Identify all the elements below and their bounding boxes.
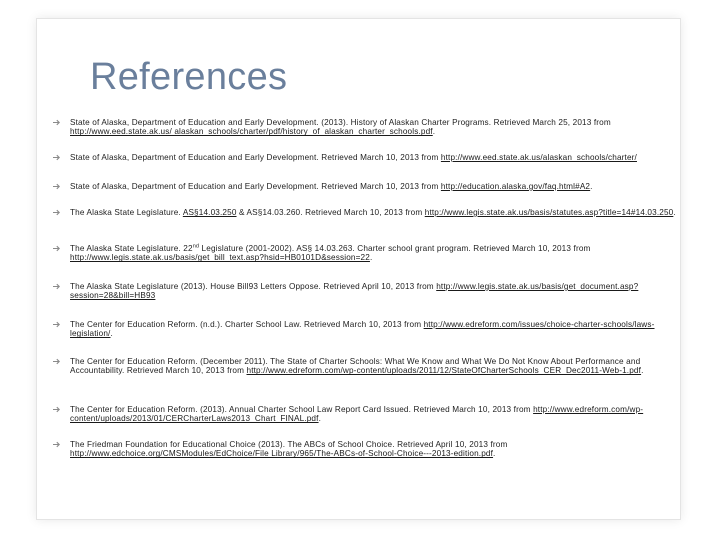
reference-text-part: . bbox=[110, 329, 113, 339]
reference-text-part: State of Alaska, Department of Education… bbox=[70, 153, 441, 162]
reference-text-part: The Alaska State Legislature. 22 bbox=[70, 244, 193, 253]
reference-link[interactable]: http://www.legis.state.ak.us/basis/statu… bbox=[425, 208, 674, 217]
reference-text-part: The Center for Education Reform. (n.d.).… bbox=[70, 320, 424, 329]
reference-text-part: . bbox=[673, 208, 676, 217]
reference-link[interactable]: http://www.legis.state.ak.us/basis/get_b… bbox=[70, 253, 370, 262]
reference-text-part: The Center for Education Reform. (2013).… bbox=[70, 405, 534, 414]
reference-link[interactable]: http://education.alaska.gov/faq.html#A2 bbox=[441, 182, 590, 191]
reference-text-part: The Alaska State Legislature (2013). Hou… bbox=[70, 282, 437, 291]
arrow-bullet-icon bbox=[52, 320, 62, 330]
arrow-bullet-icon bbox=[52, 282, 62, 292]
arrow-bullet-icon bbox=[52, 182, 62, 192]
reference-text-part: . bbox=[369, 253, 373, 263]
reference-text-part: The Alaska State Legislature. bbox=[70, 208, 183, 217]
reference-text-part: . bbox=[432, 127, 436, 137]
arrow-bullet-icon bbox=[52, 244, 62, 254]
arrow-bullet-icon bbox=[52, 208, 62, 218]
reference-text: The Alaska State Legislature. AS§14.03.2… bbox=[70, 208, 684, 217]
reference-text: State of Alaska, Department of Education… bbox=[70, 153, 684, 162]
arrow-bullet-icon bbox=[52, 357, 62, 367]
reference-text-part: . bbox=[318, 414, 321, 424]
reference-text-part: Legislature (2001-2002). AS§ 14.03.263. … bbox=[199, 244, 591, 253]
reference-link[interactable]: http://www.eed.state.ak.us/ alaskan_scho… bbox=[70, 127, 433, 136]
reference-link[interactable]: http://www.edreform.com/wp-content/uploa… bbox=[247, 366, 642, 375]
reference-text: The Alaska State Legislature (2013). Hou… bbox=[70, 282, 684, 301]
reference-text: The Alaska State Legislature. 22nd Legis… bbox=[70, 244, 684, 263]
reference-link[interactable]: http://www.edchoice.org/CMSModules/EdCho… bbox=[70, 449, 493, 458]
arrow-bullet-icon bbox=[52, 118, 62, 128]
arrow-bullet-icon bbox=[52, 405, 62, 415]
reference-text-part: . bbox=[590, 182, 593, 191]
reference-text-part: . bbox=[641, 366, 644, 376]
reference-link[interactable]: http://www.eed.state.ak.us/alaskan_schoo… bbox=[441, 153, 637, 162]
reference-text: The Center for Education Reform. (Decemb… bbox=[70, 357, 684, 376]
reference-text-part: State of Alaska, Department of Education… bbox=[70, 182, 441, 191]
reference-text-part: & AS§14.03.260. Retrieved March 10, 2013… bbox=[236, 208, 425, 217]
reference-text: State of Alaska, Department of Education… bbox=[70, 182, 684, 191]
references-list: State of Alaska, Department of Education… bbox=[0, 0, 720, 540]
reference-text: The Center for Education Reform. (n.d.).… bbox=[70, 320, 684, 339]
arrow-bullet-icon bbox=[52, 440, 62, 450]
reference-text-part: . bbox=[493, 449, 496, 459]
reference-text: The Center for Education Reform. (2013).… bbox=[70, 405, 684, 424]
reference-link[interactable]: AS§14.03.250 bbox=[183, 208, 237, 217]
reference-text-part: State of Alaska, Department of Education… bbox=[70, 118, 611, 127]
reference-text-part: The Friedman Foundation for Educational … bbox=[70, 440, 508, 449]
arrow-bullet-icon bbox=[52, 153, 62, 163]
reference-text: The Friedman Foundation for Educational … bbox=[70, 440, 684, 459]
reference-text: State of Alaska, Department of Education… bbox=[70, 118, 684, 137]
